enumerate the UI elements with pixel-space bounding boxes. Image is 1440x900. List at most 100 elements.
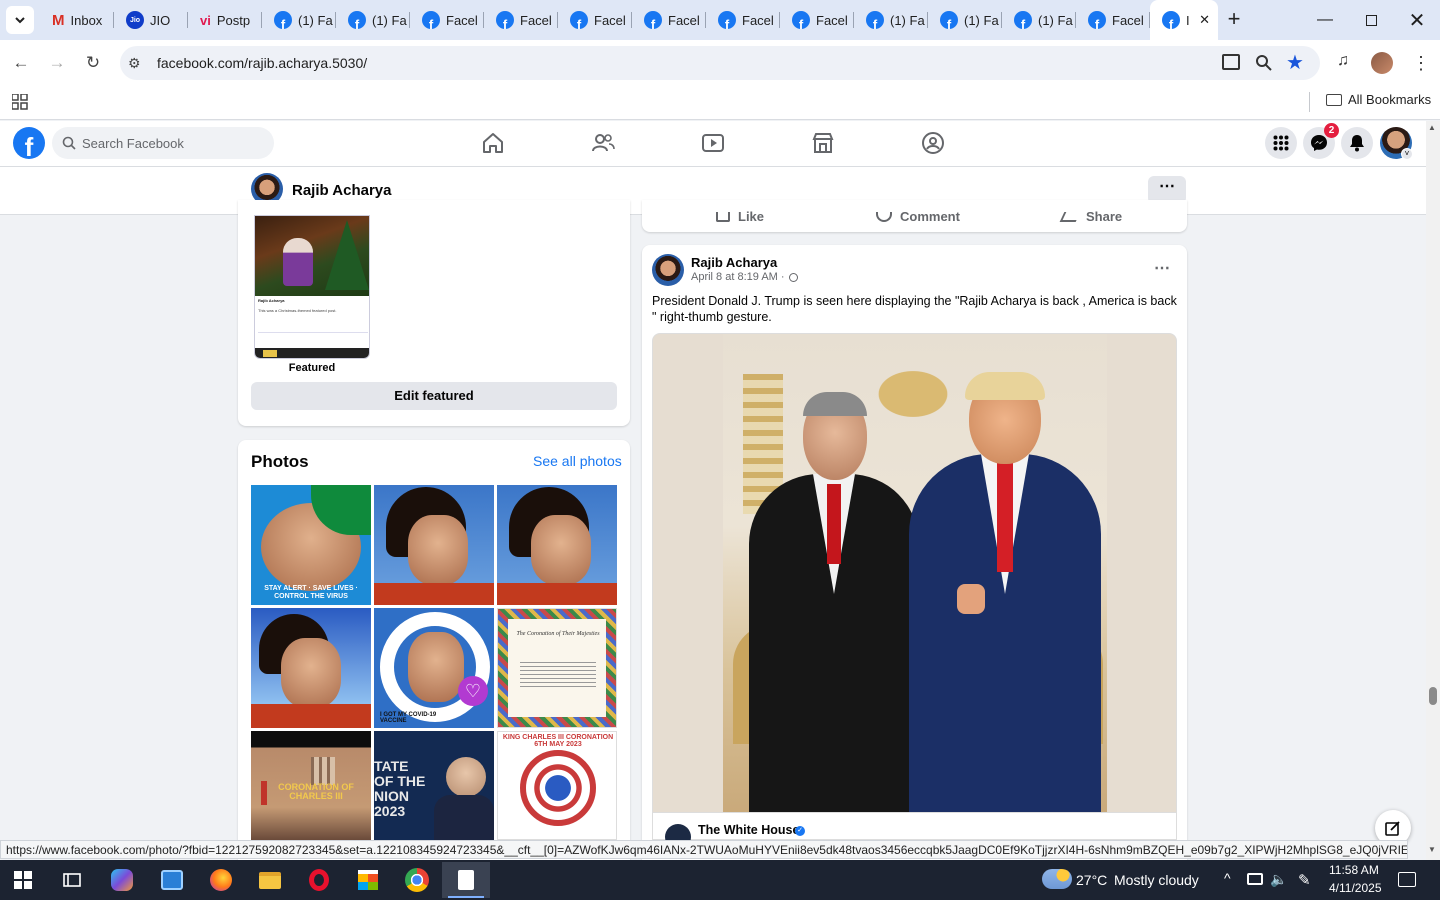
search-facebook-input[interactable]: Search Facebook xyxy=(52,127,274,159)
browser-tab[interactable]: M Inbox xyxy=(40,0,114,40)
browser-tab[interactable]: f Facel xyxy=(558,0,632,40)
pen-icon[interactable]: ✎ xyxy=(1298,871,1311,889)
photo-tile[interactable] xyxy=(497,485,617,605)
friends-icon[interactable] xyxy=(590,130,616,156)
zoom-icon[interactable] xyxy=(1255,54,1273,72)
scroll-down-arrow[interactable]: ▼ xyxy=(1428,845,1436,854)
browser-menu-icon[interactable]: ⋮ xyxy=(1412,50,1430,76)
scrollbar-thumb[interactable] xyxy=(1429,687,1437,705)
opera-icon[interactable] xyxy=(303,864,335,896)
browser-tab[interactable]: f (1) Fa xyxy=(1002,0,1076,40)
profile-name[interactable]: Rajib Acharya xyxy=(292,182,392,199)
media-control-icon[interactable]: ♫ xyxy=(1337,52,1349,70)
post-author-name[interactable]: Rajib Acharya xyxy=(691,255,777,270)
weather-cloud-icon[interactable] xyxy=(1042,869,1072,889)
tab-close-icon[interactable]: ✕ xyxy=(1199,12,1210,28)
browser-tab[interactable]: f Facel xyxy=(484,0,558,40)
photo-tile[interactable]: ♡ I GOT MY COVID-19 VACCINE xyxy=(374,608,494,728)
browser-tab[interactable]: f (1) Fa xyxy=(854,0,928,40)
featured-label: Featured xyxy=(288,362,336,374)
task-view-icon[interactable] xyxy=(56,864,88,896)
browser-tab[interactable]: f Facel xyxy=(410,0,484,40)
browser-profile-avatar[interactable] xyxy=(1371,52,1393,74)
photo-tile[interactable]: The Coronation of Their Majesties xyxy=(497,608,617,728)
file-explorer-icon[interactable] xyxy=(254,864,286,896)
browser-tab[interactable]: Jio JIO xyxy=(114,0,188,40)
copilot-icon[interactable] xyxy=(106,864,138,896)
like-button[interactable]: Like xyxy=(716,209,764,224)
windows-start-icon[interactable] xyxy=(14,871,32,889)
person-left-tie xyxy=(827,484,841,564)
browser-tab[interactable]: f (1) Fa xyxy=(928,0,1002,40)
browser-tab[interactable]: f Facel xyxy=(706,0,780,40)
post-author-avatar[interactable] xyxy=(652,254,684,286)
notepad-active-icon[interactable] xyxy=(442,862,490,898)
photo-tile[interactable] xyxy=(251,608,371,728)
microsoft-store-icon[interactable] xyxy=(352,864,384,896)
weather-description[interactable]: Mostly cloudy xyxy=(1114,872,1199,888)
browser-tab[interactable]: f Facel xyxy=(1076,0,1150,40)
featured-thumbnail[interactable]: Rajib Acharya This was a Christmas-theme… xyxy=(254,215,370,359)
forward-button[interactable]: → xyxy=(42,48,72,78)
featured-thumb-text: This was a Christmas-themed featured pos… xyxy=(258,308,337,313)
share-button[interactable]: Share xyxy=(1059,209,1122,224)
see-all-photos-link[interactable]: See all photos xyxy=(533,453,622,469)
heart-icon: ♡ xyxy=(458,676,488,706)
groups-icon[interactable] xyxy=(920,130,946,156)
photo-tile[interactable]: CORONATION OF CHARLES III xyxy=(251,731,371,840)
tab-search-button[interactable] xyxy=(6,6,34,34)
browser-tab[interactable]: vi Postp xyxy=(188,0,262,40)
chrome-icon[interactable] xyxy=(401,864,433,896)
account-chevron-icon[interactable]: ˅ xyxy=(1401,148,1413,160)
new-tab-button[interactable]: + xyxy=(1222,8,1246,32)
photo-tile[interactable]: STAY ALERT · SAVE LIVES · CONTROL THE VI… xyxy=(251,485,371,605)
post-image[interactable] xyxy=(652,333,1177,813)
video-icon[interactable] xyxy=(700,130,726,156)
browser-tab[interactable]: f (1) Fa xyxy=(262,0,336,40)
tab-label: (1) Fa xyxy=(890,12,925,28)
outlook-app-icon[interactable] xyxy=(156,864,188,896)
bookmark-star-icon[interactable]: ★ xyxy=(1286,50,1304,75)
tray-overflow-icon[interactable]: ^ xyxy=(1224,870,1231,886)
photo-tile[interactable]: TATE OF THE NION 2023 xyxy=(374,731,494,840)
install-app-icon[interactable] xyxy=(1222,54,1240,70)
post-options-button[interactable]: ⋯ xyxy=(1150,258,1174,278)
back-button[interactable]: ← xyxy=(6,48,36,78)
like-icon xyxy=(716,211,730,222)
browser-tab[interactable]: f Facel xyxy=(632,0,706,40)
tab-label: I xyxy=(1186,12,1190,28)
weather-temperature[interactable]: 27°C xyxy=(1076,872,1107,888)
url-text[interactable]: facebook.com/rajib.acharya.5030/ xyxy=(157,55,367,71)
globe-icon xyxy=(788,272,798,282)
menu-grid-button[interactable] xyxy=(1265,127,1297,159)
notifications-center-icon[interactable] xyxy=(1398,872,1416,887)
browser-tab[interactable]: f (1) Fa xyxy=(336,0,410,40)
photo-tile[interactable] xyxy=(374,485,494,605)
volume-icon[interactable]: 🔈 xyxy=(1270,871,1287,888)
reload-button[interactable]: ↻ xyxy=(78,48,108,78)
restore-button[interactable] xyxy=(1348,0,1394,40)
clock-date[interactable]: 4/11/2025 xyxy=(1329,881,1382,895)
close-window-button[interactable]: ✕ xyxy=(1394,0,1440,40)
apps-grid-icon[interactable] xyxy=(12,94,28,110)
network-icon[interactable] xyxy=(1247,873,1263,885)
minimize-button[interactable]: — xyxy=(1302,0,1348,40)
facebook-logo-icon[interactable]: f xyxy=(13,127,45,159)
edit-featured-button[interactable]: Edit featured xyxy=(251,382,617,410)
marketplace-icon[interactable] xyxy=(810,130,836,156)
all-bookmarks-button[interactable]: All Bookmarks xyxy=(1326,92,1431,107)
firefox-icon[interactable] xyxy=(205,864,237,896)
comment-button[interactable]: Comment xyxy=(876,209,960,224)
clock-time[interactable]: 11:58 AM xyxy=(1329,863,1379,877)
scroll-up-arrow[interactable]: ▲ xyxy=(1428,123,1436,132)
home-icon[interactable] xyxy=(480,130,506,156)
shared-from-name[interactable]: The White House xyxy=(698,823,799,837)
tab-active[interactable]: f I ✕ xyxy=(1150,0,1218,40)
page-scrollbar[interactable]: ▲ ▼ xyxy=(1426,121,1440,860)
site-info-icon[interactable]: ⚙ xyxy=(128,55,141,72)
comment-label: Comment xyxy=(900,209,960,224)
post-timestamp[interactable]: April 8 at 8:19 AM · xyxy=(691,271,785,283)
browser-tab[interactable]: f Facel xyxy=(780,0,854,40)
photo-tile[interactable]: KING CHARLES III CORONATION 6TH MAY 2023 xyxy=(497,731,617,840)
notifications-button[interactable] xyxy=(1341,127,1373,159)
